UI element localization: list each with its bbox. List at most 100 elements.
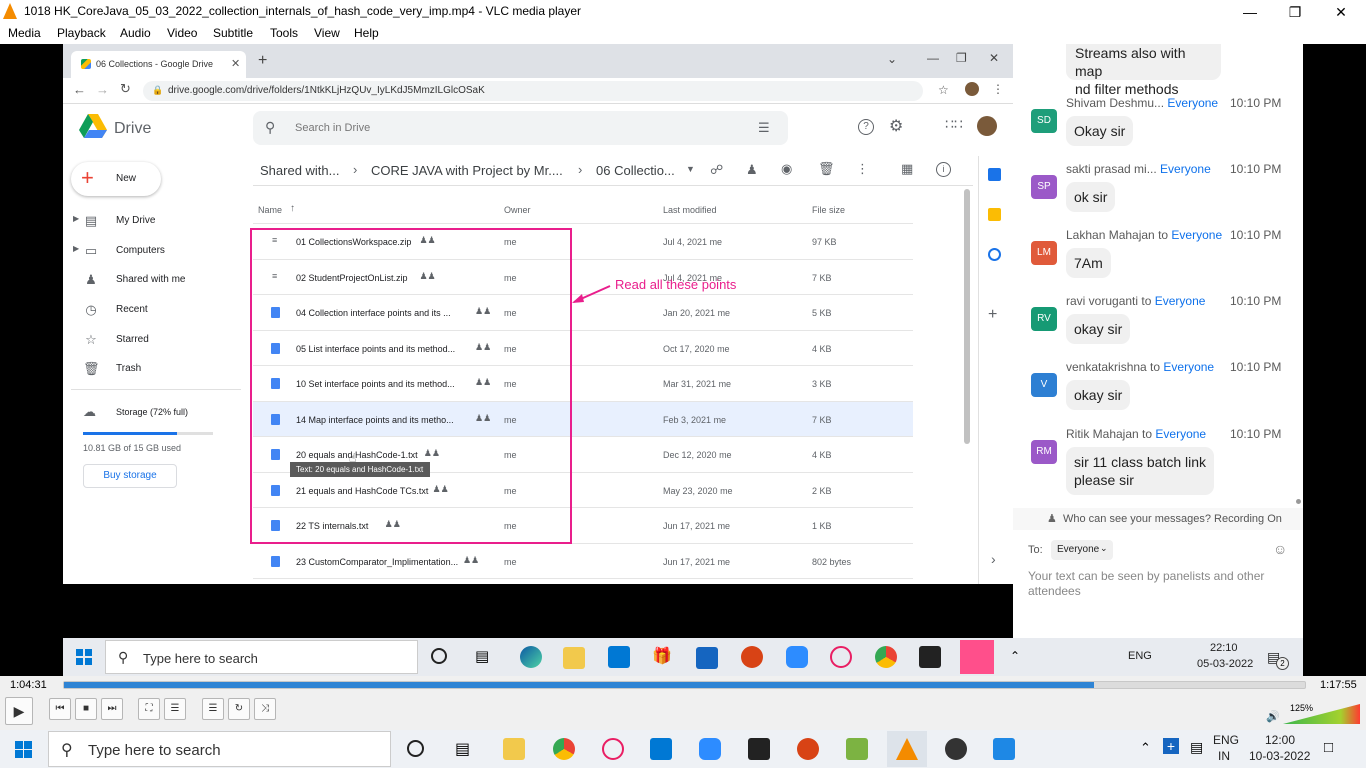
media-icon[interactable] [945, 738, 967, 760]
previous-button[interactable]: ⏮ [49, 698, 71, 720]
drive-search-input[interactable]: ⚲ Search in Drive ☰ [253, 111, 788, 145]
next-button[interactable]: ⏭ [101, 698, 123, 720]
vlc-icon[interactable] [896, 738, 918, 760]
forward-icon[interactable]: → [96, 82, 109, 97]
menu-tools[interactable]: Tools [270, 26, 298, 40]
link-icon[interactable]: ☍ [710, 162, 723, 178]
browser-close-icon[interactable]: ✕ [989, 51, 999, 65]
outer-clock-time[interactable]: 12:00 [1265, 733, 1295, 747]
apps-grid-icon[interactable]: ∷∷ [945, 116, 963, 133]
menu-audio[interactable]: Audio [120, 26, 151, 40]
notification-icon[interactable]: □ [1324, 739, 1333, 756]
network-icon[interactable]: ▤ [1190, 739, 1203, 756]
fullscreen-button[interactable]: ⛶ [138, 698, 160, 720]
file-explorer-icon[interactable] [503, 738, 525, 760]
notepad-icon[interactable] [846, 738, 868, 760]
tray-language[interactable]: ENG [1128, 650, 1152, 662]
inner-clock-time[interactable]: 22:10 [1210, 642, 1238, 654]
task-view-icon[interactable]: ▤ [455, 739, 470, 759]
tray-chevron-icon[interactable]: ⌃ [1140, 740, 1151, 756]
inner-clock-date[interactable]: 05-03-2022 [1197, 658, 1253, 670]
shuffle-button[interactable]: ⤨ [254, 698, 276, 720]
tray-language[interactable]: ENG [1213, 733, 1239, 747]
record-icon[interactable] [797, 738, 819, 760]
seek-bar[interactable] [63, 681, 1306, 689]
chrome-icon[interactable] [875, 646, 897, 668]
sidebar-item-my-drive[interactable]: ▶ ▤ My Drive [73, 206, 243, 236]
url-field[interactable]: 🔒 drive.google.com/drive/folders/1NtkKLj… [143, 81, 923, 101]
sidebar-item-starred[interactable]: ☆ Starred [73, 325, 243, 355]
privacy-bar[interactable]: ♟ Who can see your messages? Recording O… [1013, 508, 1303, 530]
restore-button[interactable]: ❐ [1275, 2, 1315, 22]
play-button[interactable]: ▶ [5, 697, 33, 725]
outer-search-box[interactable]: ⚲ Type here to search [48, 731, 391, 767]
outer-clock-date[interactable]: 10-03-2022 [1249, 749, 1310, 763]
emoji-icon[interactable]: ☺ [1273, 541, 1287, 557]
account-avatar[interactable] [977, 116, 997, 136]
more-actions-icon[interactable]: ⋮ [856, 161, 869, 177]
tray-region[interactable]: IN [1218, 749, 1230, 763]
zoom-icon[interactable] [786, 646, 808, 668]
breadcrumb-item-corejava[interactable]: CORE JAVA with Project by Mr.... [371, 163, 563, 178]
playlist-button[interactable]: ☰ [202, 698, 224, 720]
recipient-dropdown[interactable]: Everyone ⌄ [1051, 540, 1113, 560]
tab-search-icon[interactable]: ⌄ [887, 52, 897, 66]
mail-icon[interactable] [696, 647, 718, 669]
browser-tab[interactable]: 06 Collections - Google Drive ✕ [71, 51, 246, 78]
record-icon[interactable] [741, 646, 763, 668]
photos-icon[interactable] [993, 738, 1015, 760]
zoom-icon[interactable] [699, 738, 721, 760]
store-icon[interactable] [608, 646, 630, 668]
browser-minimize-icon[interactable]: — [927, 51, 939, 65]
folder-dropdown-icon[interactable]: ▼ [686, 164, 695, 174]
tray-chevron-icon[interactable]: ⌃ [1010, 649, 1020, 663]
tray-plus-icon[interactable]: + [1163, 738, 1179, 754]
breadcrumb-item-shared[interactable]: Shared with... [260, 163, 340, 178]
tasks-icon[interactable] [988, 248, 1001, 261]
keep-icon[interactable] [988, 208, 1001, 221]
new-button[interactable]: + New [71, 162, 161, 196]
calendar-icon[interactable] [988, 168, 1001, 181]
task-view-icon[interactable]: ▤ [475, 647, 489, 665]
inner-search-box[interactable]: ⚲ Type here to search [105, 640, 418, 674]
col-modified[interactable]: Last modified [663, 205, 717, 215]
new-tab-icon[interactable]: + [258, 52, 267, 70]
add-person-icon[interactable]: ♟ [746, 162, 758, 178]
chat-message-input[interactable]: Your text can be seen by panelists and o… [1028, 569, 1288, 599]
chrome-icon[interactable] [553, 738, 575, 760]
sticky-notes-icon[interactable] [919, 646, 941, 668]
chat-scroll-thumb[interactable] [1296, 499, 1301, 504]
menu-playback[interactable]: Playback [57, 26, 106, 40]
minimize-button[interactable]: — [1230, 2, 1270, 22]
menu-media[interactable]: Media [8, 26, 41, 40]
help-icon[interactable]: ? [858, 119, 874, 135]
menu-subtitle[interactable]: Subtitle [213, 26, 253, 40]
sidebar-item-shared[interactable]: ♟ Shared with me [73, 265, 243, 295]
profile-avatar[interactable] [965, 82, 979, 96]
expand-arrow-icon[interactable]: ▶ [73, 244, 79, 253]
sidebar-item-trash[interactable]: 🗑 Trash [73, 354, 243, 384]
menu-video[interactable]: Video [167, 26, 197, 40]
cortana-icon[interactable] [431, 648, 447, 664]
sticky-notes-icon[interactable] [748, 738, 770, 760]
info-icon[interactable]: i [936, 162, 951, 177]
extended-settings-button[interactable]: ☰ [164, 698, 186, 720]
menu-view[interactable]: View [314, 26, 340, 40]
volume-slider[interactable] [1283, 702, 1363, 726]
add-addon-icon[interactable]: + [988, 306, 997, 324]
store-icon[interactable] [650, 738, 672, 760]
tab-close-icon[interactable]: ✕ [231, 57, 240, 70]
file-row[interactable]: 23 CustomComparator_Implimentation... ♟♟ m… [253, 544, 913, 579]
col-name[interactable]: Name [258, 205, 282, 215]
browser-menu-icon[interactable]: ⋮ [992, 82, 1004, 96]
cortana-icon[interactable] [407, 740, 424, 757]
back-icon[interactable]: ← [73, 82, 86, 97]
reload-icon[interactable]: ↻ [120, 81, 131, 97]
grid-view-icon[interactable]: ▦ [901, 161, 913, 177]
stop-button[interactable]: ■ [75, 698, 97, 720]
delete-icon[interactable]: 🗑 [818, 161, 835, 177]
expand-arrow-icon[interactable]: ▶ [73, 214, 79, 223]
elapsed-time[interactable]: 1:04:31 [10, 679, 47, 691]
sidebar-item-recent[interactable]: ◷ Recent [73, 295, 243, 325]
preview-eye-icon[interactable]: ◉ [781, 161, 792, 177]
